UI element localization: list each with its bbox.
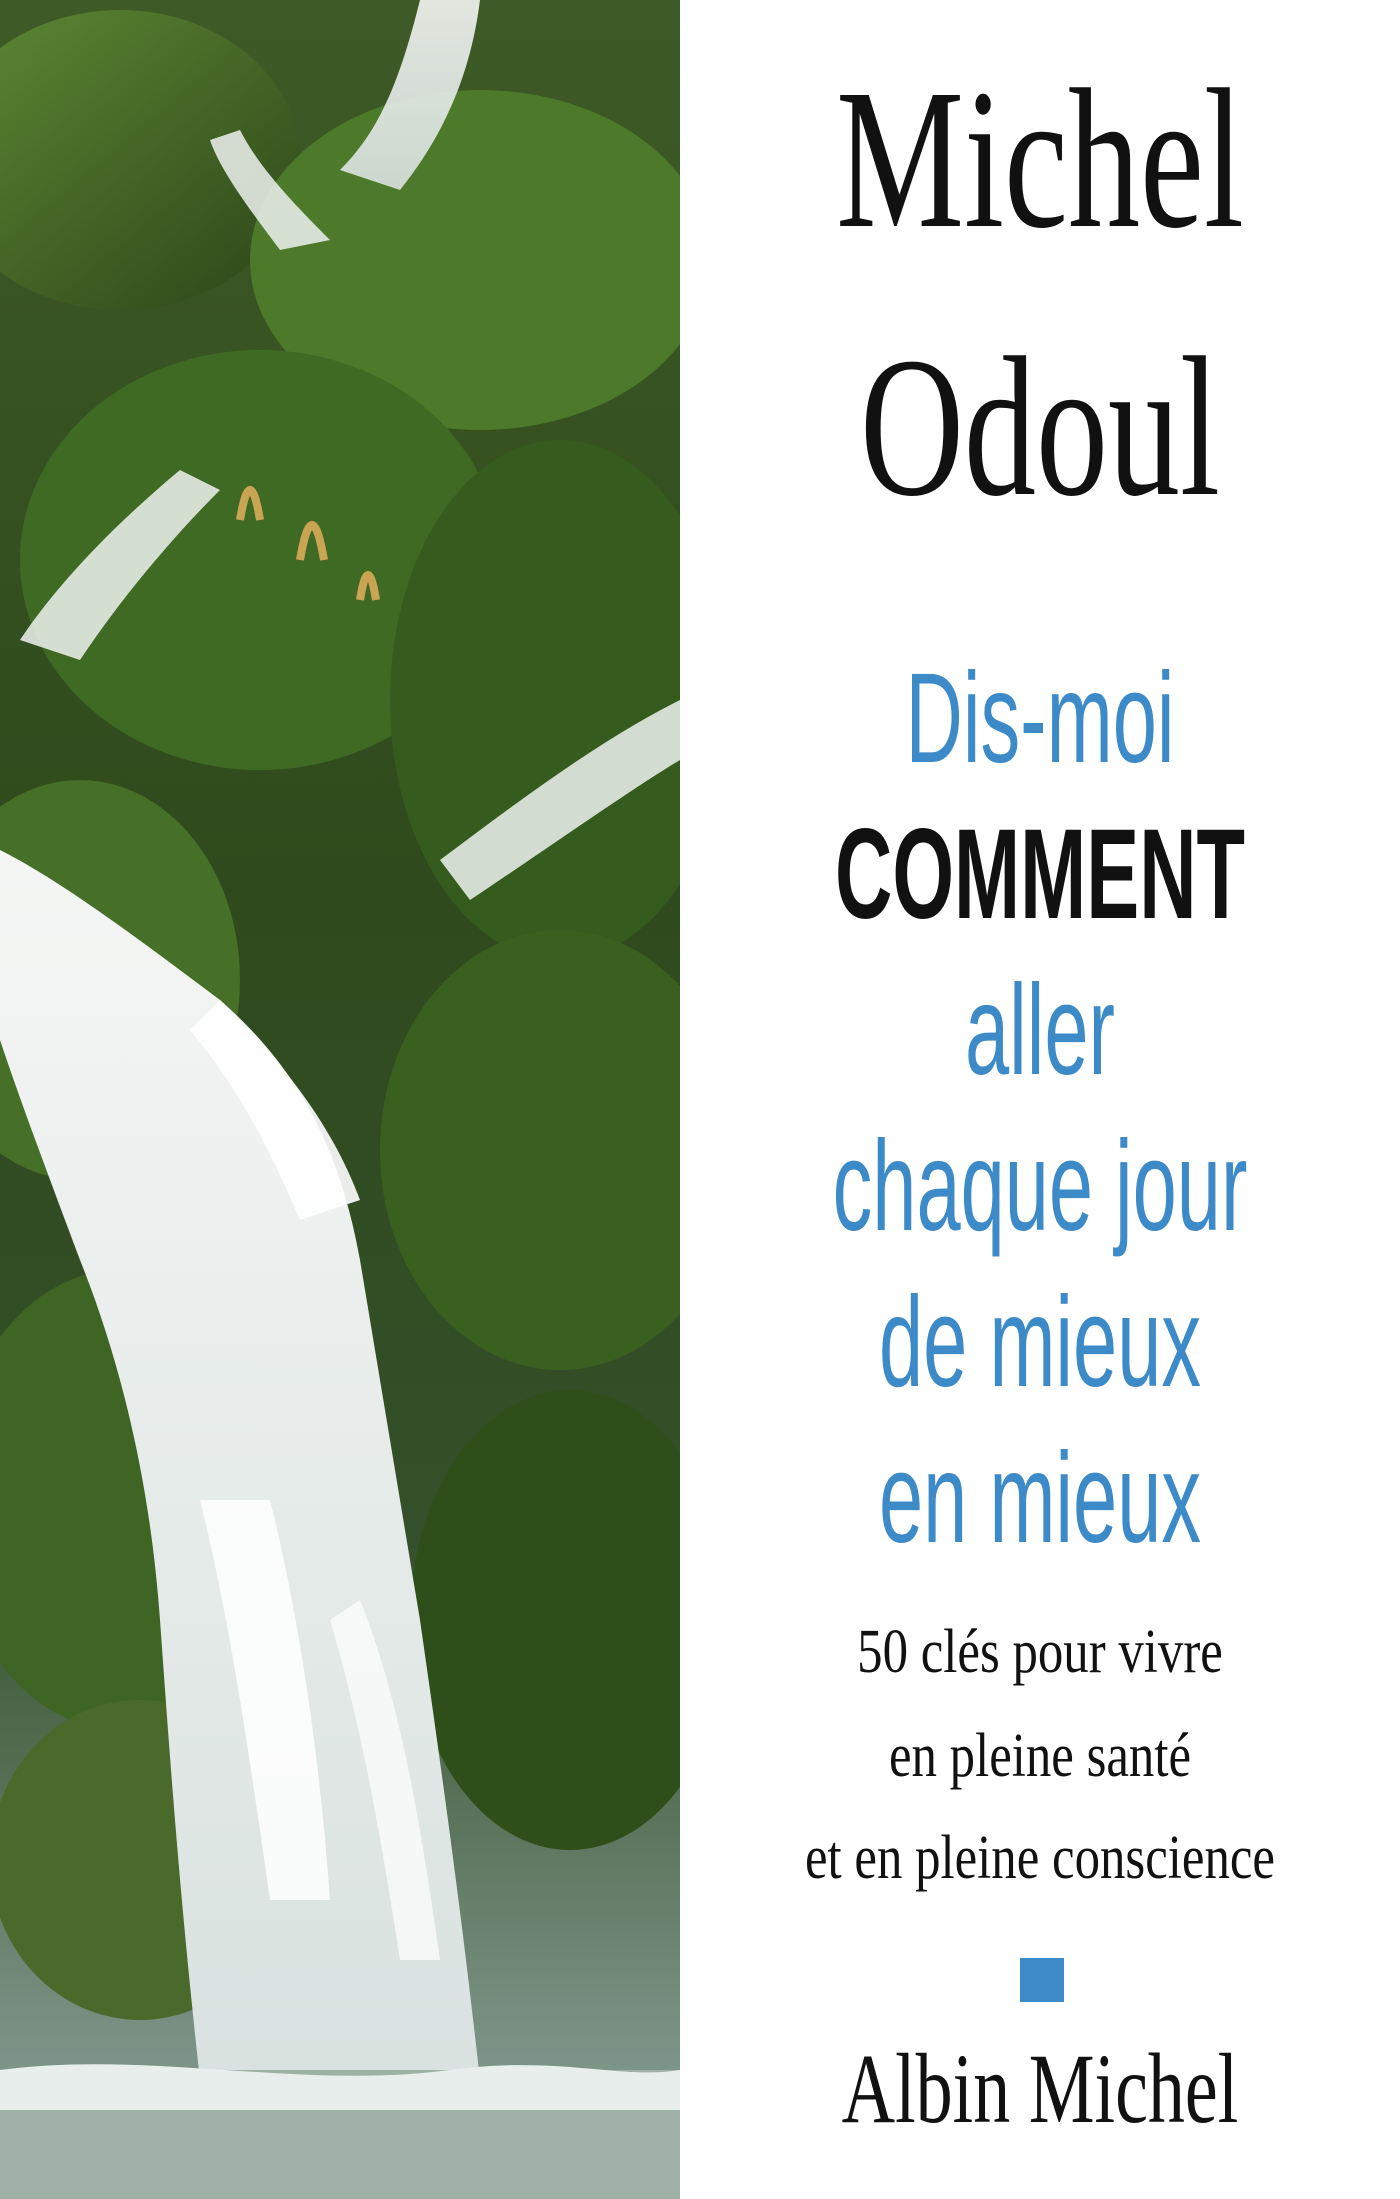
title-line-5: de mieux (878, 1271, 1202, 1414)
title-line-2: COMMENT (835, 803, 1245, 946)
book-cover: Michel Odoul Dis-moi COMMENT aller chaqu… (0, 0, 1400, 2199)
title-line-1: Dis-moi (905, 647, 1175, 790)
publisher-name: Albin Michel (841, 2033, 1239, 2144)
subtitle-line-1: 50 clés pour vivre (857, 1618, 1223, 1686)
author-last-name: Odoul (860, 317, 1220, 538)
waterfall-photo (0, 0, 680, 2199)
subtitle-line-3: et en pleine conscience (804, 1824, 1276, 1892)
waterfall-illustration (0, 0, 680, 2199)
title-line-3: aller (965, 959, 1115, 1102)
author-first-name: Michel (836, 49, 1244, 270)
subtitle-line-2: en pleine santé (888, 1722, 1192, 1790)
blue-square-ornament (1020, 1958, 1064, 2002)
title-line-4: chaque jour (832, 1115, 1248, 1258)
text-panel: Michel Odoul Dis-moi COMMENT aller chaqu… (680, 0, 1400, 2199)
title-line-6: en mieux (878, 1427, 1202, 1570)
